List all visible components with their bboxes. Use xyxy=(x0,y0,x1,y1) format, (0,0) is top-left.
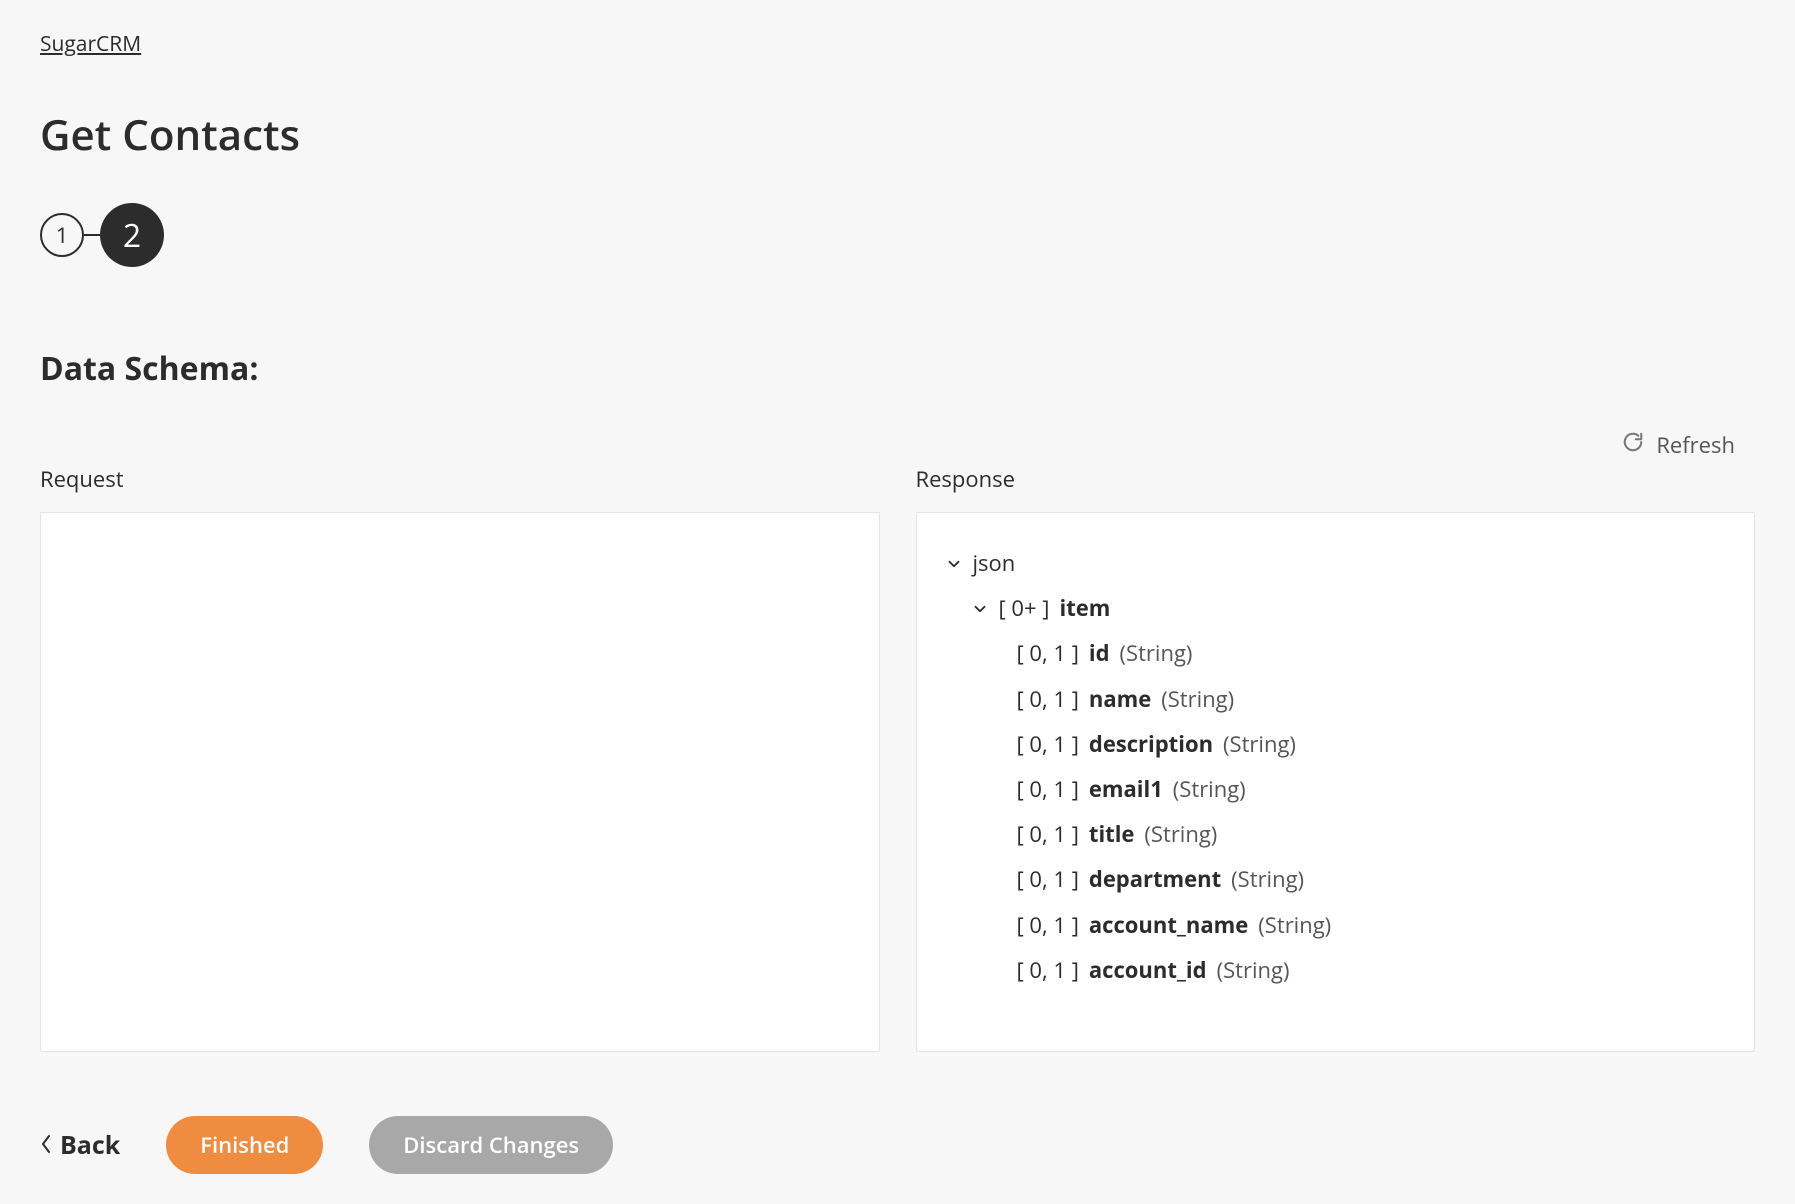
stepper: 1 2 xyxy=(40,203,1755,267)
step-connector xyxy=(84,234,100,236)
back-button[interactable]: Back xyxy=(40,1128,120,1162)
field-type: (String) xyxy=(1173,772,1246,807)
field-type: (String) xyxy=(1231,862,1304,897)
response-column: Response json [ 0+ ] item [ 0, 1 ] id (S… xyxy=(916,464,1756,1052)
field-cardinality: [ 0, 1 ] xyxy=(1017,953,1079,988)
field-cardinality: [ 0, 1 ] xyxy=(1017,817,1079,852)
tree-field: [ 0, 1 ] account_name (String) xyxy=(945,903,1727,948)
chevron-left-icon xyxy=(40,1128,52,1162)
field-cardinality: [ 0, 1 ] xyxy=(1017,862,1079,897)
step-1[interactable]: 1 xyxy=(40,213,84,257)
request-label: Request xyxy=(40,464,880,494)
discard-changes-button[interactable]: Discard Changes xyxy=(369,1116,613,1174)
tree-item: [ 0+ ] item xyxy=(945,586,1727,631)
field-cardinality: [ 0, 1 ] xyxy=(1017,727,1079,762)
field-type: (String) xyxy=(1144,817,1217,852)
chevron-down-icon[interactable] xyxy=(971,600,989,618)
chevron-down-icon[interactable] xyxy=(945,555,963,573)
tree-field: [ 0, 1 ] name (String) xyxy=(945,677,1727,722)
field-name: title xyxy=(1089,817,1135,852)
field-cardinality: [ 0, 1 ] xyxy=(1017,682,1079,717)
tree-field: [ 0, 1 ] department (String) xyxy=(945,857,1727,902)
field-type: (String) xyxy=(1223,727,1296,762)
refresh-button[interactable]: Refresh xyxy=(1622,430,1735,460)
refresh-icon xyxy=(1622,430,1644,460)
field-name: account_name xyxy=(1089,908,1248,943)
tree-root-label: json xyxy=(973,546,1016,581)
finished-button[interactable]: Finished xyxy=(166,1116,323,1174)
step-2[interactable]: 2 xyxy=(100,203,164,267)
back-label: Back xyxy=(60,1128,120,1162)
field-type: (String) xyxy=(1120,636,1193,671)
field-type: (String) xyxy=(1161,682,1234,717)
field-type: (String) xyxy=(1258,908,1331,943)
field-cardinality: [ 0, 1 ] xyxy=(1017,772,1079,807)
tree-field: [ 0, 1 ] id (String) xyxy=(945,631,1727,676)
field-name: department xyxy=(1089,862,1221,897)
refresh-label: Refresh xyxy=(1656,430,1735,460)
section-heading: Data Schema: xyxy=(40,347,1755,390)
tree-item-name: item xyxy=(1059,591,1110,626)
tree-field: [ 0, 1 ] account_id (String) xyxy=(945,948,1727,993)
field-name: account_id xyxy=(1089,953,1207,988)
request-column: Request xyxy=(40,464,880,1052)
page-title: Get Contacts xyxy=(40,106,1755,163)
response-panel: json [ 0+ ] item [ 0, 1 ] id (String) [ … xyxy=(916,512,1756,1052)
tree-field: [ 0, 1 ] email1 (String) xyxy=(945,767,1727,812)
request-panel xyxy=(40,512,880,1052)
field-name: name xyxy=(1089,682,1151,717)
field-type: (String) xyxy=(1217,953,1290,988)
field-name: email1 xyxy=(1089,772,1163,807)
field-cardinality: [ 0, 1 ] xyxy=(1017,636,1079,671)
field-cardinality: [ 0, 1 ] xyxy=(1017,908,1079,943)
breadcrumb-link[interactable]: SugarCRM xyxy=(40,30,141,58)
field-name: id xyxy=(1089,636,1110,671)
response-label: Response xyxy=(916,464,1756,494)
tree-field: [ 0, 1 ] title (String) xyxy=(945,812,1727,857)
tree-field: [ 0, 1 ] description (String) xyxy=(945,722,1727,767)
tree-item-cardinality: [ 0+ ] xyxy=(999,591,1050,626)
tree-root: json xyxy=(945,541,1727,586)
field-name: description xyxy=(1089,727,1213,762)
